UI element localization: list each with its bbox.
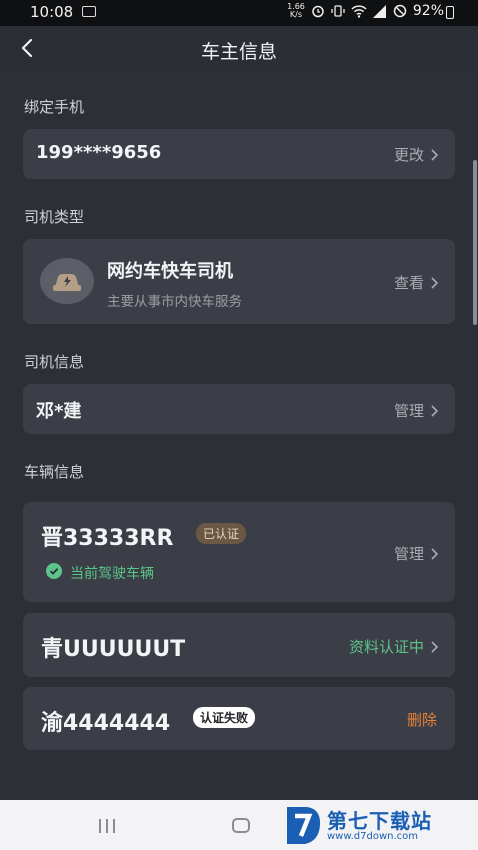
recents-icon[interactable] xyxy=(99,819,117,833)
driver-type-card[interactable]: 网约车快车司机 主要从事市内快车服务 查看 xyxy=(23,239,455,324)
driver-info-section-label: 司机信息 xyxy=(24,353,85,371)
alarm-icon xyxy=(312,5,324,18)
view-label: 查看 xyxy=(393,274,424,292)
status-icons: 1.66 K/s 92% xyxy=(287,2,444,20)
home-icon[interactable] xyxy=(232,818,250,833)
vibrate-icon xyxy=(331,5,345,17)
signal-icon xyxy=(372,4,386,18)
chevron-right-icon xyxy=(431,404,439,417)
battery-icon xyxy=(446,6,454,19)
battery-percent: 92% xyxy=(412,3,444,19)
view-driver-type-link[interactable]: 查看 xyxy=(394,272,439,293)
driver-type-section-label: 司机类型 xyxy=(24,208,85,226)
manage-vehicle-link[interactable]: 管理 xyxy=(394,543,439,564)
chevron-right-icon xyxy=(431,276,439,289)
chevron-right-icon xyxy=(431,148,439,161)
watermark-text: 第七下载站 xyxy=(327,809,432,833)
failed-badge: 认证失败 xyxy=(193,707,256,728)
delete-vehicle-button[interactable]: 删除 xyxy=(407,709,437,730)
phone-number: 199****9656 xyxy=(36,142,162,163)
manage-driver-link[interactable]: 管理 xyxy=(394,400,439,421)
change-phone-link[interactable]: 更改 xyxy=(394,144,439,165)
wifi-icon xyxy=(351,4,367,18)
driver-type-title: 网约车快车司机 xyxy=(107,261,233,282)
page-title: 车主信息 xyxy=(200,41,277,63)
manage-label: 管理 xyxy=(393,545,424,563)
vehicle-plate: 渝4444444 xyxy=(41,711,171,736)
status-bar: 10:08 1.66 K/s 92% xyxy=(0,0,478,26)
change-phone-label: 更改 xyxy=(393,146,424,164)
status-time: 10:08 xyxy=(30,3,74,21)
chevron-right-icon xyxy=(431,640,439,653)
verifying-label: 资料认证中 xyxy=(348,638,424,656)
vehicle-card-2[interactable]: 青UUUUUUT 资料认证中 xyxy=(23,613,455,677)
vehicle-plate: 青UUUUUUT xyxy=(41,637,186,662)
check-circle-icon xyxy=(46,563,62,579)
manage-label: 管理 xyxy=(393,402,424,420)
chevron-right-icon xyxy=(431,547,439,560)
vehicle-card-1[interactable]: 晋33333RR 已认证 当前驾驶车辆 管理 xyxy=(23,502,455,602)
image-notification-icon xyxy=(82,6,96,17)
current-vehicle-label: 当前驾驶车辆 xyxy=(70,566,154,582)
watermark-url: www.d7down.com xyxy=(327,831,419,842)
vehicle-plate: 晋33333RR xyxy=(41,526,174,551)
d7-logo-icon xyxy=(287,807,321,844)
dnd-icon xyxy=(393,4,407,18)
driver-name: 邓*建 xyxy=(36,401,82,422)
driver-type-subtitle: 主要从事市内快车服务 xyxy=(107,294,242,310)
vehicle-card-3[interactable]: 渝4444444 认证失败 删除 xyxy=(23,687,455,750)
nav-bar: 车主信息 xyxy=(0,26,478,74)
driver-info-card[interactable]: 邓*建 管理 xyxy=(23,384,455,434)
car-avatar-icon xyxy=(40,258,94,304)
vehicle-section-label: 车辆信息 xyxy=(24,463,85,481)
verification-status-link[interactable]: 资料认证中 xyxy=(349,636,439,657)
scrollbar[interactable] xyxy=(473,160,477,325)
phone-section-label: 绑定手机 xyxy=(24,98,85,116)
network-speed: 1.66 K/s xyxy=(287,2,305,19)
phone-card[interactable]: 199****9656 更改 xyxy=(23,129,455,179)
verified-badge: 已认证 xyxy=(196,523,247,544)
